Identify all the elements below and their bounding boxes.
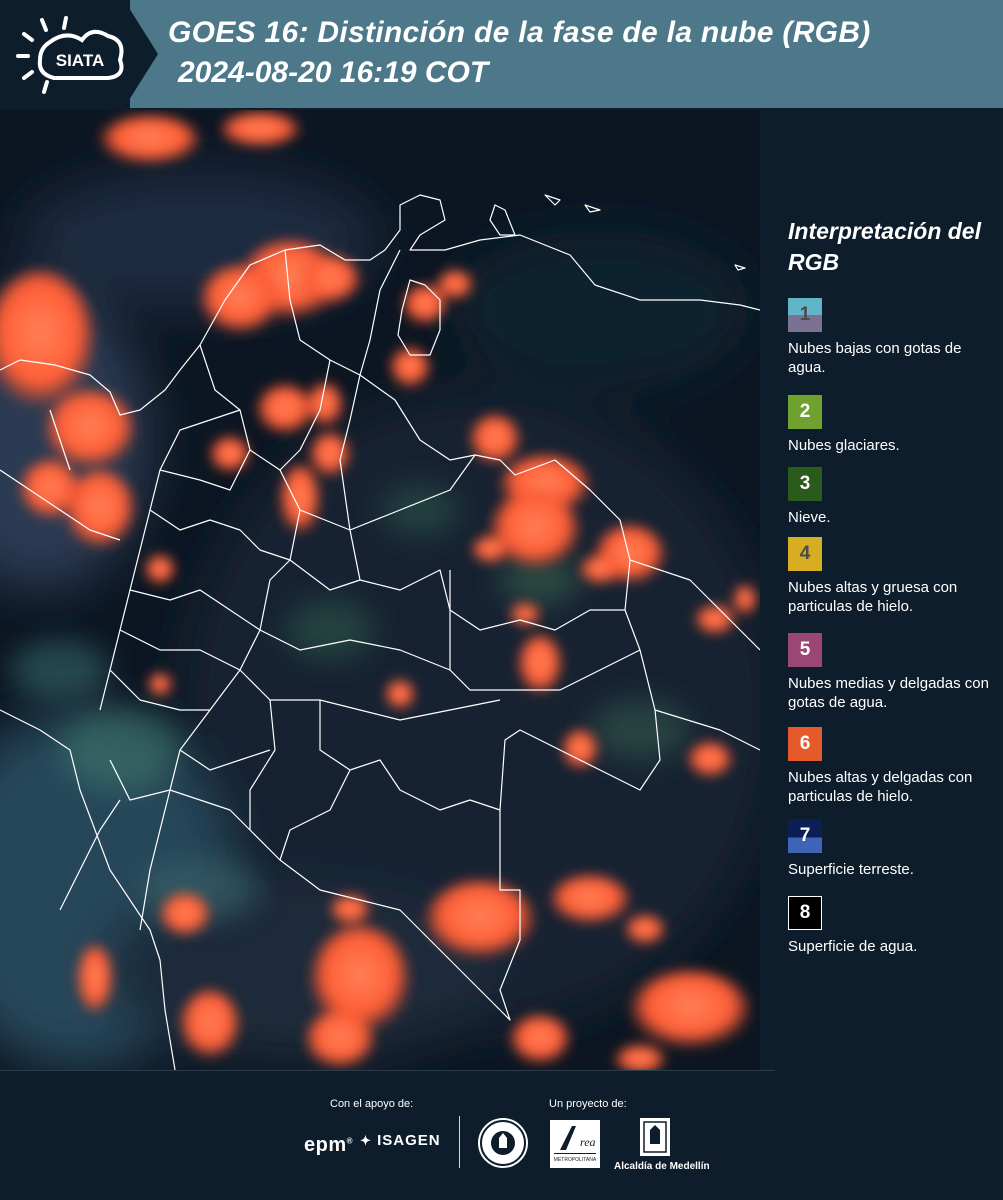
legend-swatch-6: 6	[788, 727, 822, 761]
legend-swatch-2: 2	[788, 395, 822, 429]
support-label: Con el apoyo de:	[330, 1098, 414, 1110]
legend-item-1: 1 Nubes bajas con gotas de agua.	[788, 298, 1000, 377]
seal-icon	[480, 1120, 526, 1166]
legend-swatch-3: 3	[788, 467, 822, 501]
isagen-logo: ✦ ISAGEN	[360, 1132, 441, 1149]
legend-swatch-7: 7	[788, 819, 822, 853]
legend-item-2: 2 Nubes glaciares.	[788, 395, 1000, 455]
legend-item-3: 3 Nieve.	[788, 467, 1000, 527]
legend-desc-5: Nubes medias y delgadas con gotas de agu…	[788, 675, 989, 711]
legend-desc-4: Nubes altas y gruesa con particulas de h…	[788, 579, 958, 615]
shield-icon	[643, 1121, 667, 1153]
header: SIATA GOES 16: Distinción de la fase de …	[0, 0, 1003, 110]
legend-desc-7: Superficie terreste.	[788, 861, 914, 878]
alcaldia-shield-icon	[640, 1118, 670, 1156]
footer: Con el apoyo de: Un proyecto de: epm® ✦ …	[0, 1070, 1003, 1200]
legend-item-4: 4 Nubes altas y gruesa con particulas de…	[788, 537, 1000, 616]
legend-swatch-5: 5	[788, 633, 822, 667]
legend-desc-1: Nubes bajas con gotas de agua.	[788, 340, 962, 376]
page-timestamp: 2024-08-20 16:19 COT	[178, 56, 489, 89]
siata-logo: SIATA	[16, 16, 124, 94]
epm-logo: epm®	[304, 1134, 354, 1156]
legend-desc-8: Superficie de agua.	[788, 938, 918, 955]
legend-item-7: 7 Superficie terreste.	[788, 819, 1000, 879]
svg-text:rea: rea	[580, 1135, 596, 1149]
footer-divider	[0, 1070, 775, 1071]
legend-item-8: 8 Superficie de agua.	[788, 896, 1000, 956]
satellite-image	[0, 110, 760, 1070]
legend-panel: Interpretación del RGB 1 Nubes bajas con…	[760, 110, 1003, 1070]
epm-logo-text: epm	[304, 1134, 347, 1156]
svg-text:METROPOLITANA: METROPOLITANA	[554, 1157, 597, 1163]
area-metropolitana-logo: rea METROPOLITANA	[550, 1120, 600, 1168]
project-label: Un proyecto de:	[549, 1098, 627, 1110]
footer-separator	[459, 1116, 460, 1168]
legend-swatch-4: 4	[788, 537, 822, 571]
legend-swatch-1: 1	[788, 298, 822, 332]
alcaldia-label: Alcaldía de Medellín	[614, 1161, 710, 1172]
page-title: GOES 16: Distinción de la fase de la nub…	[168, 16, 871, 49]
legend-desc-3: Nieve.	[788, 509, 831, 526]
legend-item-5: 5 Nubes medias y delgadas con gotas de a…	[788, 633, 1000, 712]
legend-desc-2: Nubes glaciares.	[788, 437, 900, 454]
area-metropolitana-icon: rea METROPOLITANA	[554, 1126, 597, 1163]
medellin-seal-logo	[478, 1118, 528, 1168]
isagen-logo-text: ISAGEN	[377, 1132, 441, 1149]
legend-desc-6: Nubes altas y delgadas con particulas de…	[788, 769, 973, 805]
logo-text: SIATA	[56, 51, 104, 70]
legend-swatch-8: 8	[788, 896, 822, 930]
legend-title: Interpretación del RGB	[788, 218, 981, 275]
satellite-map	[0, 110, 760, 1070]
legend-item-6: 6 Nubes altas y delgadas con particulas …	[788, 727, 1000, 806]
